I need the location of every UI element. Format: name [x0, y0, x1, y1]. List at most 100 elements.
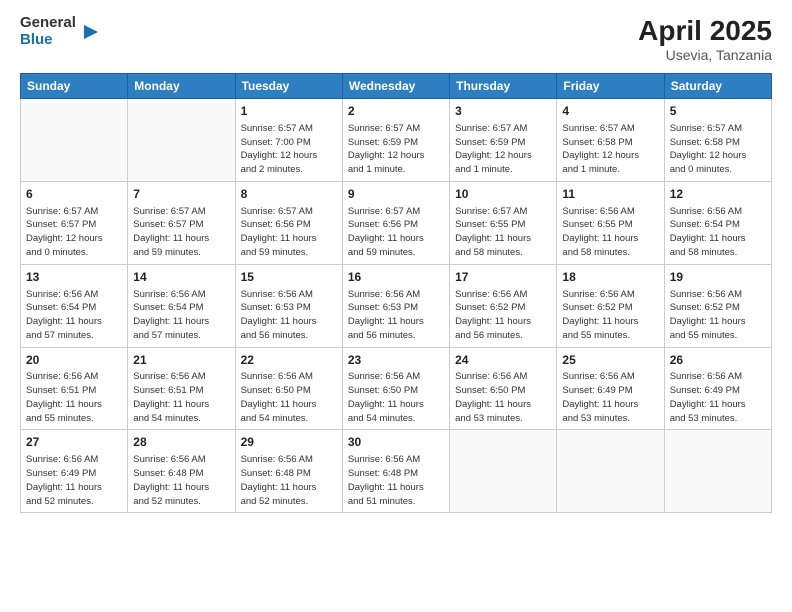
day-info: Sunrise: 6:56 AM Sunset: 6:52 PM Dayligh…	[562, 288, 658, 343]
day-number: 18	[562, 269, 658, 286]
day-info: Sunrise: 6:56 AM Sunset: 6:55 PM Dayligh…	[562, 205, 658, 260]
table-row: 14Sunrise: 6:56 AM Sunset: 6:54 PM Dayli…	[128, 264, 235, 347]
calendar-week-row: 1 Sunrise: 6:57 AM Sunset: 7:00 PM Daylig…	[21, 99, 772, 182]
day-info: Sunrise: 6:56 AM Sunset: 6:52 PM Dayligh…	[670, 288, 766, 343]
table-row	[21, 99, 128, 182]
table-row: 5 Sunrise: 6:57 AM Sunset: 6:58 PM Daylig…	[664, 99, 771, 182]
day-number: 5	[670, 103, 766, 120]
day-info: Sunrise: 6:57 AM Sunset: 6:58 PM Dayligh…	[670, 122, 766, 177]
calendar-week-row: 13 Sunrise: 6:56 AM Sunset: 6:54 PM Dayli…	[21, 264, 772, 347]
header: General Blue April 2025 Usevia, Tanzania	[20, 15, 772, 63]
day-number: 17	[455, 269, 551, 286]
day-number: 10	[455, 186, 551, 203]
day-number: 27	[26, 434, 122, 451]
table-row: 7Sunrise: 6:57 AM Sunset: 6:57 PM Daylig…	[128, 181, 235, 264]
day-number: 2	[348, 103, 444, 120]
calendar-week-row: 27Sunrise: 6:56 AM Sunset: 6:49 PM Dayli…	[21, 430, 772, 513]
table-row: 22Sunrise: 6:56 AM Sunset: 6:50 PM Dayli…	[235, 347, 342, 430]
col-monday: Monday	[128, 74, 235, 99]
table-row: 11Sunrise: 6:56 AM Sunset: 6:55 PM Dayli…	[557, 181, 664, 264]
day-info: Sunrise: 6:57 AM Sunset: 6:59 PM Dayligh…	[348, 122, 444, 177]
day-info: Sunrise: 6:57 AM Sunset: 6:56 PM Dayligh…	[241, 205, 337, 260]
calendar-table: Sunday Monday Tuesday Wednesday Thursday…	[20, 73, 772, 513]
table-row: 13 Sunrise: 6:56 AM Sunset: 6:54 PM Dayli…	[21, 264, 128, 347]
day-number: 13	[26, 269, 122, 286]
table-row: 26Sunrise: 6:56 AM Sunset: 6:49 PM Dayli…	[664, 347, 771, 430]
table-row: 24Sunrise: 6:56 AM Sunset: 6:50 PM Dayli…	[450, 347, 557, 430]
table-row: 29 Sunrise: 6:56 AM Sunset: 6:48 PM Dayli…	[235, 430, 342, 513]
table-row: 17Sunrise: 6:56 AM Sunset: 6:52 PM Dayli…	[450, 264, 557, 347]
day-number: 20	[26, 352, 122, 369]
day-info: Sunrise: 6:56 AM Sunset: 6:54 PM Dayligh…	[670, 205, 766, 260]
day-info: Sunrise: 6:56 AM Sunset: 6:53 PM Dayligh…	[348, 288, 444, 343]
day-number: 21	[133, 352, 229, 369]
day-number: 25	[562, 352, 658, 369]
table-row: 27Sunrise: 6:56 AM Sunset: 6:49 PM Dayli…	[21, 430, 128, 513]
table-row: 21Sunrise: 6:56 AM Sunset: 6:51 PM Dayli…	[128, 347, 235, 430]
col-saturday: Saturday	[664, 74, 771, 99]
col-tuesday: Tuesday	[235, 74, 342, 99]
day-info: Sunrise: 6:57 AM Sunset: 6:59 PM Dayligh…	[455, 122, 551, 177]
day-number: 4	[562, 103, 658, 120]
day-info: Sunrise: 6:56 AM Sunset: 6:48 PM Dayligh…	[133, 453, 229, 508]
day-number: 16	[348, 269, 444, 286]
table-row: 10 Sunrise: 6:57 AM Sunset: 6:55 PM Dayli…	[450, 181, 557, 264]
table-row: 1 Sunrise: 6:57 AM Sunset: 7:00 PM Daylig…	[235, 99, 342, 182]
day-number: 3	[455, 103, 551, 120]
col-friday: Friday	[557, 74, 664, 99]
table-row: 23Sunrise: 6:56 AM Sunset: 6:50 PM Dayli…	[342, 347, 449, 430]
day-number: 29	[241, 434, 337, 451]
table-row: 4Sunrise: 6:57 AM Sunset: 6:58 PM Daylig…	[557, 99, 664, 182]
day-info: Sunrise: 6:57 AM Sunset: 6:55 PM Dayligh…	[455, 205, 551, 260]
table-row: 16 Sunrise: 6:56 AM Sunset: 6:53 PM Dayli…	[342, 264, 449, 347]
table-row	[664, 430, 771, 513]
day-number: 24	[455, 352, 551, 369]
calendar-week-row: 6 Sunrise: 6:57 AM Sunset: 6:57 PM Daylig…	[21, 181, 772, 264]
table-row	[128, 99, 235, 182]
calendar-week-row: 20Sunrise: 6:56 AM Sunset: 6:51 PM Dayli…	[21, 347, 772, 430]
day-info: Sunrise: 6:56 AM Sunset: 6:51 PM Dayligh…	[133, 370, 229, 425]
day-number: 9	[348, 186, 444, 203]
day-info: Sunrise: 6:56 AM Sunset: 6:49 PM Dayligh…	[562, 370, 658, 425]
day-info: Sunrise: 6:56 AM Sunset: 6:49 PM Dayligh…	[670, 370, 766, 425]
table-row: 19Sunrise: 6:56 AM Sunset: 6:52 PM Dayli…	[664, 264, 771, 347]
col-sunday: Sunday	[21, 74, 128, 99]
day-info: Sunrise: 6:57 AM Sunset: 6:56 PM Dayligh…	[348, 205, 444, 260]
day-number: 26	[670, 352, 766, 369]
day-info: Sunrise: 6:57 AM Sunset: 6:57 PM Dayligh…	[26, 205, 122, 260]
table-row: 20Sunrise: 6:56 AM Sunset: 6:51 PM Dayli…	[21, 347, 128, 430]
day-number: 22	[241, 352, 337, 369]
day-info: Sunrise: 6:57 AM Sunset: 7:00 PM Dayligh…	[241, 122, 337, 177]
table-row: 8Sunrise: 6:57 AM Sunset: 6:56 PM Daylig…	[235, 181, 342, 264]
day-info: Sunrise: 6:56 AM Sunset: 6:50 PM Dayligh…	[241, 370, 337, 425]
day-number: 12	[670, 186, 766, 203]
day-info: Sunrise: 6:56 AM Sunset: 6:48 PM Dayligh…	[348, 453, 444, 508]
col-wednesday: Wednesday	[342, 74, 449, 99]
day-number: 14	[133, 269, 229, 286]
day-number: 28	[133, 434, 229, 451]
page: General Blue April 2025 Usevia, Tanzania…	[0, 0, 792, 612]
table-row: 18 Sunrise: 6:56 AM Sunset: 6:52 PM Dayli…	[557, 264, 664, 347]
title-block: April 2025 Usevia, Tanzania	[638, 15, 772, 63]
day-number: 15	[241, 269, 337, 286]
day-number: 7	[133, 186, 229, 203]
table-row: 15 Sunrise: 6:56 AM Sunset: 6:53 PM Dayli…	[235, 264, 342, 347]
day-info: Sunrise: 6:56 AM Sunset: 6:53 PM Dayligh…	[241, 288, 337, 343]
day-info: Sunrise: 6:56 AM Sunset: 6:51 PM Dayligh…	[26, 370, 122, 425]
day-number: 1	[241, 103, 337, 120]
day-info: Sunrise: 6:56 AM Sunset: 6:48 PM Dayligh…	[241, 453, 337, 508]
table-row: 9 Sunrise: 6:57 AM Sunset: 6:56 PM Daylig…	[342, 181, 449, 264]
col-thursday: Thursday	[450, 74, 557, 99]
day-number: 6	[26, 186, 122, 203]
table-row: 6 Sunrise: 6:57 AM Sunset: 6:57 PM Daylig…	[21, 181, 128, 264]
logo: General Blue	[20, 15, 98, 48]
table-row: 2 Sunrise: 6:57 AM Sunset: 6:59 PM Daylig…	[342, 99, 449, 182]
day-number: 23	[348, 352, 444, 369]
table-row: 30Sunrise: 6:56 AM Sunset: 6:48 PM Dayli…	[342, 430, 449, 513]
table-row	[557, 430, 664, 513]
day-info: Sunrise: 6:56 AM Sunset: 6:50 PM Dayligh…	[348, 370, 444, 425]
table-row: 25Sunrise: 6:56 AM Sunset: 6:49 PM Dayli…	[557, 347, 664, 430]
table-row: 28 Sunrise: 6:56 AM Sunset: 6:48 PM Dayli…	[128, 430, 235, 513]
day-info: Sunrise: 6:56 AM Sunset: 6:54 PM Dayligh…	[26, 288, 122, 343]
title-month: April 2025	[638, 15, 772, 47]
